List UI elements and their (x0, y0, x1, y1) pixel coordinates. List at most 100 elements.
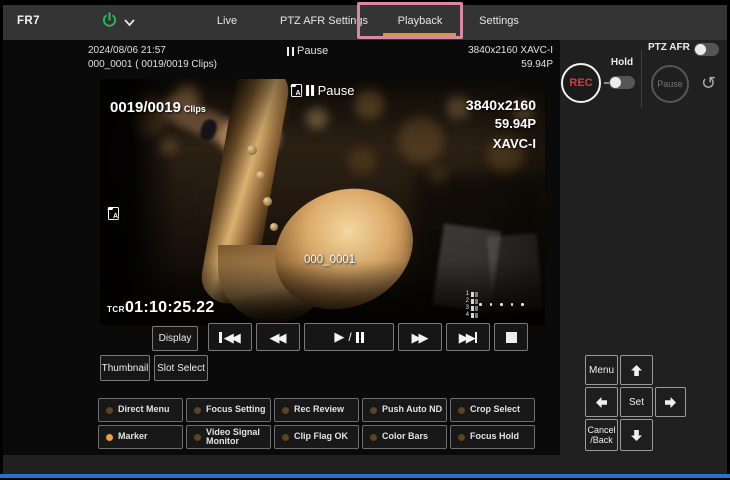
next-clip-button[interactable]: ▶▶ (446, 323, 490, 351)
controls-divider (641, 50, 642, 108)
video-resolution: 3840x2160 (466, 97, 536, 113)
display-button[interactable]: Display (152, 326, 198, 351)
slot-select-button[interactable]: Slot Select (154, 355, 208, 381)
rewind-button[interactable]: ◀◀ (256, 323, 300, 351)
tab-live[interactable]: Live (217, 15, 237, 27)
clip-datetime: 2024/08/06 21:57 (88, 45, 166, 56)
set-button[interactable]: Set (620, 387, 653, 417)
audio-level-segment (475, 299, 478, 304)
assign-button-color-bars[interactable]: Color Bars (362, 425, 447, 449)
refresh-icon[interactable]: ↺ (701, 73, 716, 94)
rewind-triangles-icon: ◀◀ (270, 331, 287, 344)
rewind-triangles-icon: ◀◀ (224, 331, 241, 344)
arrow-down-button[interactable] (620, 419, 653, 451)
assign-button-label: Rec Review (294, 405, 344, 415)
play-pause-button[interactable]: ▶/ (304, 323, 394, 351)
clip-counter-unit: Clips (184, 104, 206, 114)
video-format-overlay: 3840x2160 59.94P XAVC-I (466, 97, 536, 151)
playback-status-label: Pause (297, 45, 328, 57)
skip-bar-icon (219, 332, 222, 343)
rec-button[interactable]: REC (561, 63, 601, 103)
forward-triangles-icon: ▶▶ (459, 331, 476, 344)
media-slot-letter: A (113, 213, 118, 220)
pause-button[interactable]: Pause (651, 65, 689, 103)
hold-label: Hold (608, 57, 636, 68)
clip-counter-value: 0019/0019 (110, 99, 181, 116)
audio-level-segment (475, 306, 478, 311)
tab-settings[interactable]: Settings (479, 15, 519, 27)
cancel-label-line2: /Back (590, 435, 613, 445)
stop-button[interactable] (494, 323, 528, 351)
assign-button-label: Video Signal Monitor (206, 428, 268, 447)
main-content: FR7 Live PTZ AFR Settings Playback Setti… (3, 5, 727, 474)
assign-indicator-dot (458, 407, 465, 414)
assign-indicator-dot (370, 407, 377, 414)
assign-button-direct-menu[interactable]: Direct Menu (98, 398, 183, 422)
assign-button-marker[interactable]: Marker (98, 425, 183, 449)
assign-indicator-dot (370, 434, 377, 441)
tab-ptz-afr-settings[interactable]: PTZ AFR Settings (280, 15, 368, 27)
audio-level-segment (471, 313, 474, 318)
thumbnail-button[interactable]: Thumbnail (100, 355, 150, 381)
menu-button[interactable]: Menu (585, 355, 618, 385)
assign-button-label: Focus Hold (470, 432, 519, 442)
pause-bars-icon (306, 85, 314, 96)
cancel-label-line1: Cancel (587, 425, 615, 435)
device-name: FR7 (17, 15, 40, 27)
audio-level-segment (471, 299, 474, 304)
clip-counter: 0019/0019Clips (110, 99, 206, 117)
arrow-right-icon (664, 396, 677, 409)
audio-channel-label: 1 (463, 291, 469, 298)
assign-button-label: Marker (118, 432, 148, 442)
rec-hold-toggle[interactable] (609, 76, 635, 89)
audio-level-segment (475, 313, 478, 318)
fast-forward-button[interactable]: ▶▶ (398, 323, 442, 351)
playback-video: A Pause 0019/0019Clips 3840x2160 59.94P … (100, 79, 545, 325)
assign-button-push-auto-nd[interactable]: Push Auto ND (362, 398, 447, 422)
ptz-afr-label: PTZ AFR (648, 42, 690, 53)
assign-button-rec-review[interactable]: Rec Review (274, 398, 359, 422)
rec-hold-toggle-knob (610, 77, 621, 88)
play-icon: ▶ (334, 329, 344, 345)
assign-indicator-dot (194, 434, 201, 441)
top-bar: FR7 Live PTZ AFR Settings Playback Setti… (3, 5, 727, 40)
assign-button-clip-flag-ok[interactable]: Clip Flag OK (274, 425, 359, 449)
skip-bar-icon (475, 332, 478, 343)
assign-button-label: Focus Setting (206, 405, 266, 415)
previous-clip-button[interactable]: ◀◀ (208, 323, 252, 351)
assign-button-video-signal-monitor[interactable]: Video Signal Monitor (186, 425, 271, 449)
pause-bars-icon (356, 332, 364, 343)
assign-button-label: Crop Select (470, 405, 520, 415)
timecode-value: 01:10:25.22 (125, 299, 215, 317)
audio-channel-label: 4 (463, 312, 469, 319)
audio-level-segment (471, 306, 474, 311)
audio-channel-label: 2 (463, 298, 469, 305)
arrow-left-button[interactable] (585, 387, 618, 417)
framerate-text: 59.94P (353, 59, 553, 70)
arrow-up-button[interactable] (620, 355, 653, 385)
assign-button-focus-setting[interactable]: Focus Setting (186, 398, 271, 422)
stop-icon (506, 332, 517, 343)
assign-indicator-dot (282, 407, 289, 414)
playback-panel: 2024/08/06 21:57 000_0001 ( 0019/0019 Cl… (3, 40, 560, 455)
ptz-afr-toggle[interactable] (694, 43, 719, 56)
power-icon (101, 12, 118, 34)
chevron-down-icon (124, 14, 135, 32)
media-slot-icon: A (108, 207, 119, 225)
cancel-back-button[interactable]: Cancel /Back (585, 419, 618, 451)
assign-indicator-dot (194, 407, 201, 414)
assign-indicator-dot (458, 434, 465, 441)
bottom-accent-bar (0, 474, 730, 478)
arrow-right-button[interactable] (655, 387, 686, 417)
tab-playback[interactable]: Playback (398, 15, 443, 27)
clip-name-overlay: 000_0001 (304, 254, 355, 266)
power-menu-button[interactable] (101, 12, 145, 34)
assign-indicator-dot (106, 434, 113, 441)
playback-status: Pause (287, 45, 328, 57)
media-slot-icon: A (291, 84, 302, 97)
audio-meter-scale-dots (479, 303, 524, 306)
format-text: 3840x2160 XAVC-I (353, 45, 553, 56)
forward-triangles-icon: ▶▶ (412, 331, 429, 344)
assign-button-crop-select[interactable]: Crop Select (450, 398, 535, 422)
assign-button-focus-hold[interactable]: Focus Hold (450, 425, 535, 449)
